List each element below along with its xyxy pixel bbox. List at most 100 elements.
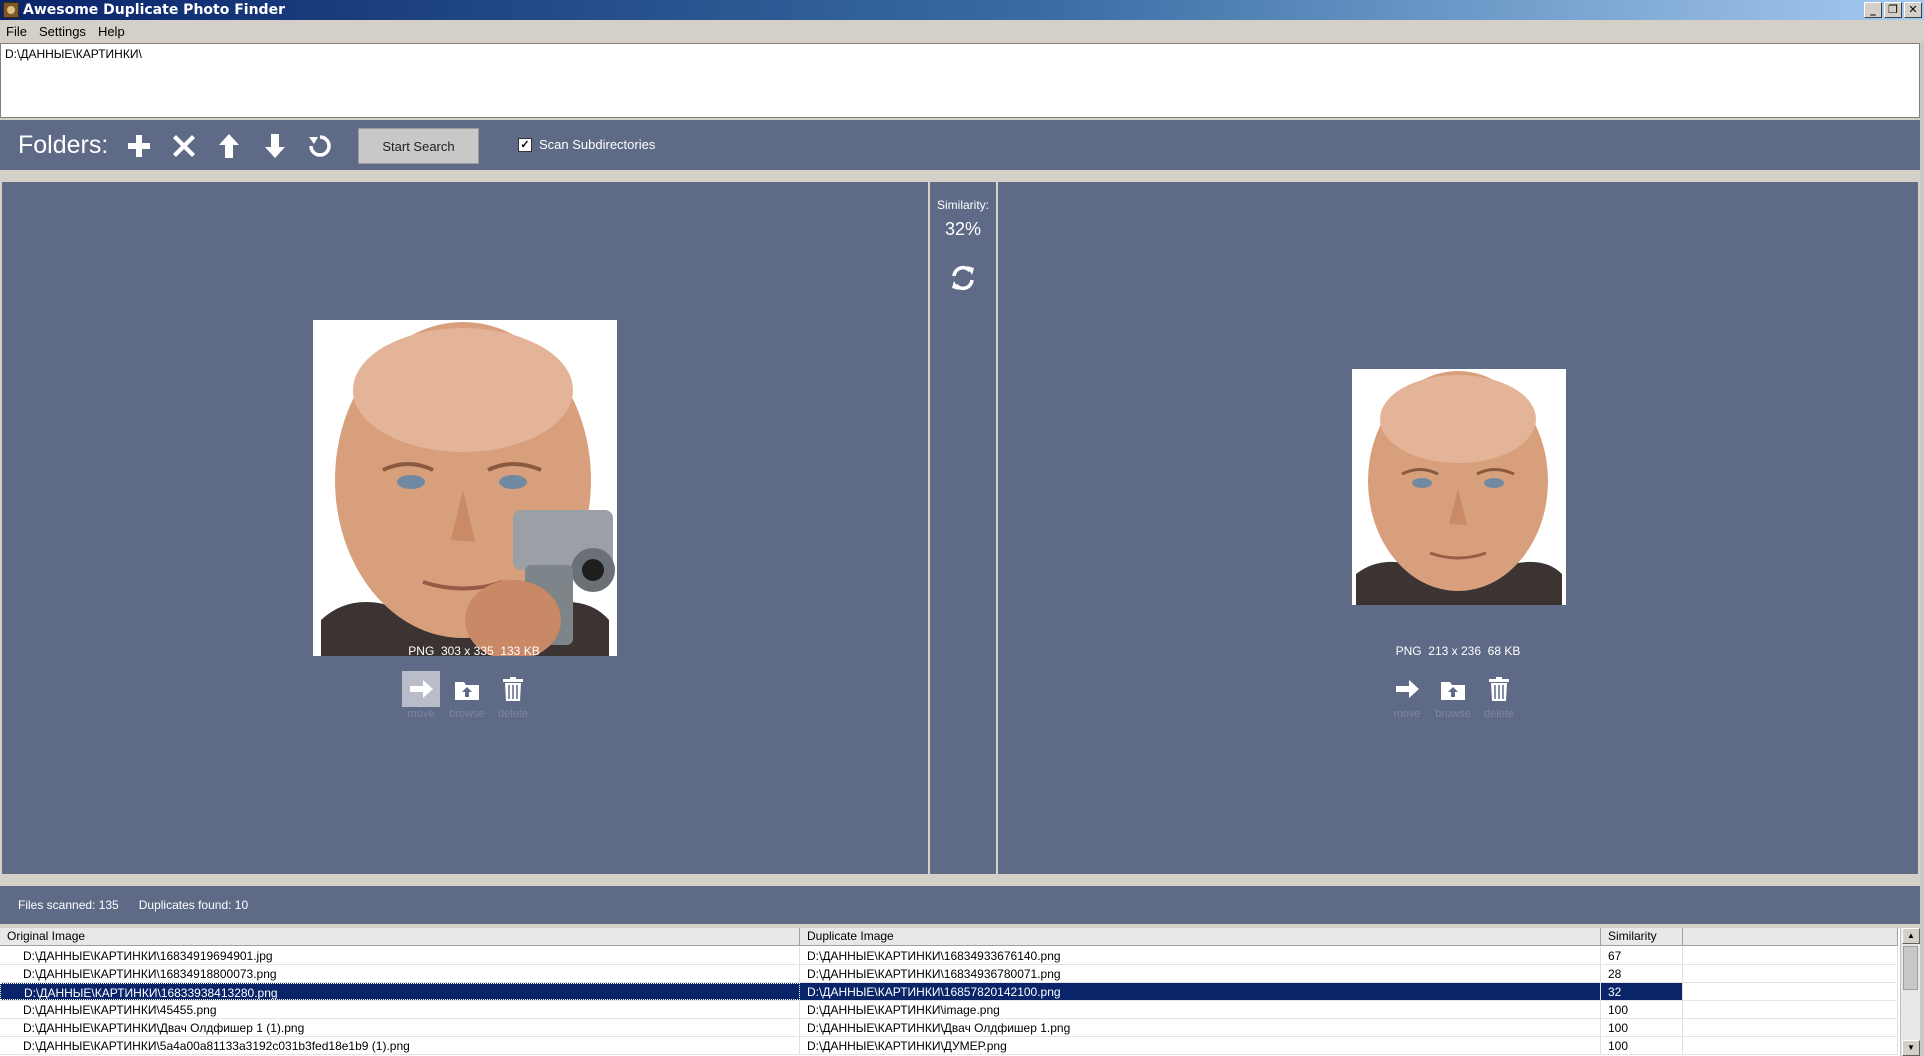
delete-label: delete [498, 708, 528, 720]
menu-help[interactable]: Help [92, 24, 131, 39]
browse-label: browse [1435, 708, 1471, 720]
similarity-cell: 100 [1601, 1001, 1683, 1018]
move-label: move [407, 708, 435, 720]
browse-label: browse [449, 708, 485, 720]
window-edge [1920, 43, 1924, 1056]
similarity-cell: 100 [1601, 1019, 1683, 1036]
folder-list[interactable]: D:\ДАННЫЕ\КАРТИНКИ\ [0, 43, 1920, 118]
column-header-duplicate[interactable]: Duplicate Image [800, 928, 1601, 946]
restore-button[interactable]: ❐ [1884, 2, 1902, 18]
table-row[interactable]: D:\ДАННЫЕ\КАРТИНКИ\45455.png D:\ДАННЫЕ\К… [0, 1001, 1898, 1019]
delete-button[interactable]: delete [1480, 671, 1518, 721]
duplicate-path-cell: D:\ДАННЫЕ\КАРТИНКИ\Двач Олдфишер 1.png [800, 1019, 1601, 1036]
column-header-similarity[interactable]: Similarity [1601, 928, 1683, 946]
empty-cell [1683, 1001, 1898, 1018]
similarity-cell: 67 [1601, 947, 1683, 964]
close-window-button[interactable]: ✕ [1904, 2, 1922, 18]
splitter[interactable] [0, 170, 1920, 182]
duplicate-path-cell: D:\ДАННЫЕ\КАРТИНКИ\image.png [800, 1001, 1601, 1018]
move-button[interactable]: move [1388, 671, 1426, 721]
scroll-up-icon[interactable]: ▲ [1902, 928, 1920, 944]
trash-icon [494, 671, 532, 707]
menu-file[interactable]: File [0, 24, 33, 39]
delete-label: delete [1484, 708, 1514, 720]
similarity-panel: Similarity: 32% [930, 182, 996, 874]
empty-cell [1683, 1037, 1898, 1054]
app-icon [3, 2, 19, 18]
folders-toolbar: Folders: Start Search ✓ Scan Subdirector… [0, 120, 1920, 170]
original-image-actions: move browse delete [402, 671, 532, 721]
results-table[interactable]: Original Image Duplicate Image Similarit… [0, 928, 1920, 1056]
table-row-selected[interactable]: D:\ДАННЫЕ\КАРТИНКИ\16833938413280.png D:… [0, 983, 1898, 1001]
table-scrollbar[interactable]: ▲ ▼ [1900, 928, 1920, 1056]
trash-icon [1480, 671, 1518, 707]
move-label: move [1393, 708, 1421, 720]
original-image-panel: PNG 303 x 335 133 KB move browse delete [2, 182, 928, 874]
window-controls: _ ❐ ✕ [1864, 2, 1922, 18]
window-title: Awesome Duplicate Photo Finder [23, 2, 285, 18]
duplicate-image-actions: move browse delete [1388, 671, 1518, 721]
folder-path-item[interactable]: D:\ДАННЫЕ\КАРТИНКИ\ [5, 47, 1915, 61]
status-bar: Files scanned: 135 Duplicates found: 10 [0, 886, 1920, 924]
table-row[interactable]: D:\ДАННЫЕ\КАРТИНКИ\16834919694901.jpg D:… [0, 947, 1898, 965]
original-path-cell: D:\ДАННЫЕ\КАРТИНКИ\45455.png [0, 1001, 800, 1018]
table-row[interactable]: D:\ДАННЫЕ\КАРТИНКИ\5a4a00a81133a3192c031… [0, 1037, 1898, 1055]
table-header: Original Image Duplicate Image Similarit… [0, 928, 1898, 946]
original-path-cell: D:\ДАННЫЕ\КАРТИНКИ\5a4a00a81133a3192c031… [0, 1037, 800, 1054]
checkbox-checked-icon[interactable]: ✓ [518, 137, 532, 152]
duplicate-image-panel: PNG 213 x 236 68 KB move browse delete [998, 182, 1918, 874]
duplicate-path-cell: D:\ДАННЫЕ\КАРТИНКИ\16857820142100.png [800, 983, 1601, 1000]
menu-settings[interactable]: Settings [33, 24, 92, 39]
delete-button[interactable]: delete [494, 671, 532, 721]
column-header-empty [1683, 928, 1898, 946]
similarity-cell: 100 [1601, 1037, 1683, 1054]
original-path-cell: D:\ДАННЫЕ\КАРТИНКИ\Двач Олдфишер 1 (1).p… [0, 1019, 800, 1036]
swap-icon[interactable] [949, 264, 977, 292]
duplicate-path-cell: D:\ДАННЫЕ\КАРТИНКИ\16834933676140.png [800, 947, 1601, 964]
scan-subdirectories-label: Scan Subdirectories [539, 137, 656, 152]
arrow-down-icon[interactable] [260, 131, 290, 161]
empty-cell [1683, 965, 1898, 982]
original-path-cell: D:\ДАННЫЕ\КАРТИНКИ\16834918800073.png [0, 965, 800, 982]
title-bar: Awesome Duplicate Photo Finder _ ❐ ✕ [0, 0, 1924, 20]
table-body: D:\ДАННЫЕ\КАРТИНКИ\16834919694901.jpg D:… [0, 947, 1898, 1055]
duplicate-path-cell: D:\ДАННЫЕ\КАРТИНКИ\ДУМЕР.png [800, 1037, 1601, 1054]
duplicate-photo-icon [1352, 369, 1566, 605]
similarity-cell: 32 [1601, 983, 1683, 1000]
minimize-button[interactable]: _ [1864, 2, 1882, 18]
similarity-label: Similarity: [936, 198, 989, 212]
original-image-preview [313, 320, 617, 656]
duplicate-image-info: PNG 213 x 236 68 KB [1395, 644, 1521, 658]
folder-upload-icon [448, 671, 486, 707]
folders-label: Folders: [18, 131, 109, 159]
arrow-right-icon [1388, 671, 1426, 707]
close-icon[interactable] [169, 131, 199, 161]
refresh-icon[interactable] [305, 131, 335, 161]
plus-icon[interactable] [124, 131, 154, 161]
files-scanned-count: Files scanned: 135 [18, 898, 119, 912]
empty-cell [1683, 947, 1898, 964]
arrow-right-icon [402, 671, 440, 707]
empty-cell [1683, 1019, 1898, 1036]
similarity-value: 32% [944, 219, 982, 239]
table-row[interactable]: D:\ДАННЫЕ\КАРТИНКИ\Двач Олдфишер 1 (1).p… [0, 1019, 1898, 1037]
browse-button[interactable]: browse [1434, 671, 1472, 721]
splitter[interactable] [0, 874, 1920, 886]
start-search-button[interactable]: Start Search [358, 128, 479, 164]
table-row[interactable]: D:\ДАННЫЕ\КАРТИНКИ\16834918800073.png D:… [0, 965, 1898, 983]
folder-upload-icon [1434, 671, 1472, 707]
empty-cell [1683, 983, 1898, 1000]
duplicate-path-cell: D:\ДАННЫЕ\КАРТИНКИ\16834936780071.png [800, 965, 1601, 982]
original-image-info: PNG 303 x 335 133 KB [408, 644, 540, 658]
menu-bar: File Settings Help [0, 20, 1924, 42]
arrow-up-icon[interactable] [214, 131, 244, 161]
column-header-original[interactable]: Original Image [0, 928, 800, 946]
move-button[interactable]: move [402, 671, 440, 721]
original-path-cell: D:\ДАННЫЕ\КАРТИНКИ\16834919694901.jpg [0, 947, 800, 964]
scroll-down-icon[interactable]: ▼ [1902, 1040, 1920, 1056]
duplicate-image-preview [1352, 369, 1566, 605]
scan-subdirectories-checkbox[interactable]: ✓ Scan Subdirectories [518, 137, 655, 152]
scroll-thumb[interactable] [1903, 946, 1918, 990]
original-path-cell: D:\ДАННЫЕ\КАРТИНКИ\16833938413280.png [0, 983, 800, 1000]
browse-button[interactable]: browse [448, 671, 486, 721]
